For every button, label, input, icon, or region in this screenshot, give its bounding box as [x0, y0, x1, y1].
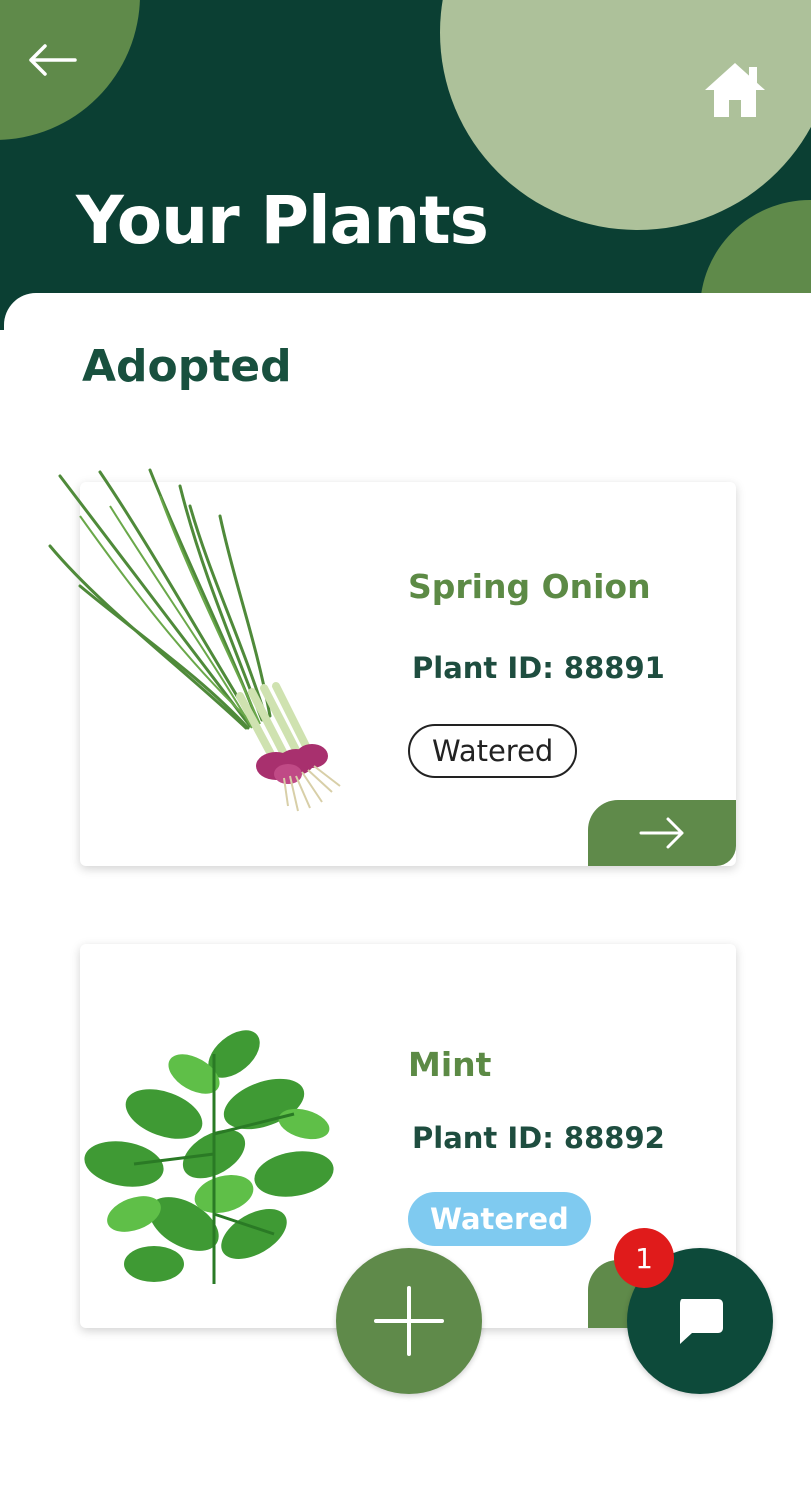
status-badge: Watered: [408, 724, 578, 778]
plant-id: Plant ID: 88892: [412, 1121, 665, 1155]
plant-id: Plant ID: 88891: [412, 651, 665, 685]
page-title: Your Plants: [76, 182, 489, 259]
chat-icon: [680, 1299, 723, 1344]
arrow-left-icon: [29, 44, 77, 76]
home-button[interactable]: [690, 50, 780, 130]
plus-icon: [374, 1286, 444, 1356]
section-title: Adopted: [82, 341, 292, 392]
plant-name: Spring Onion: [408, 567, 651, 606]
home-icon: [705, 63, 765, 117]
open-plant-button[interactable]: [588, 800, 736, 866]
notification-badge: 1: [614, 1228, 674, 1288]
plant-name: Mint: [408, 1045, 492, 1084]
spring-onion-image: [48, 468, 341, 812]
arrow-right-icon: [639, 817, 684, 849]
back-button[interactable]: [20, 30, 84, 90]
plant-card[interactable]: Spring Onion Plant ID: 88891 Watered: [48, 468, 736, 866]
mint-image: [84, 1030, 334, 1284]
status-badge: Watered: [408, 1192, 591, 1246]
header: Your Plants: [0, 0, 811, 330]
add-plant-button[interactable]: [336, 1248, 482, 1394]
